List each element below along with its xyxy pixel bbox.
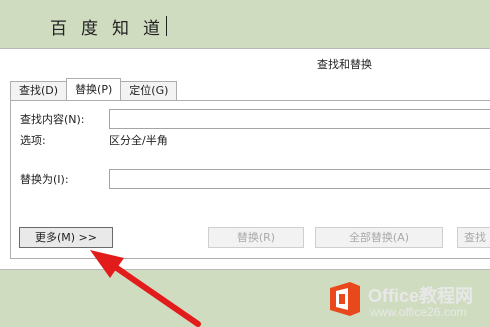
tab-replace[interactable]: 替换(P) [66,78,122,100]
red-arrow-annotation [90,250,201,327]
office-logo-icon [330,282,360,316]
watermark-url: www.office26.com [370,305,467,319]
